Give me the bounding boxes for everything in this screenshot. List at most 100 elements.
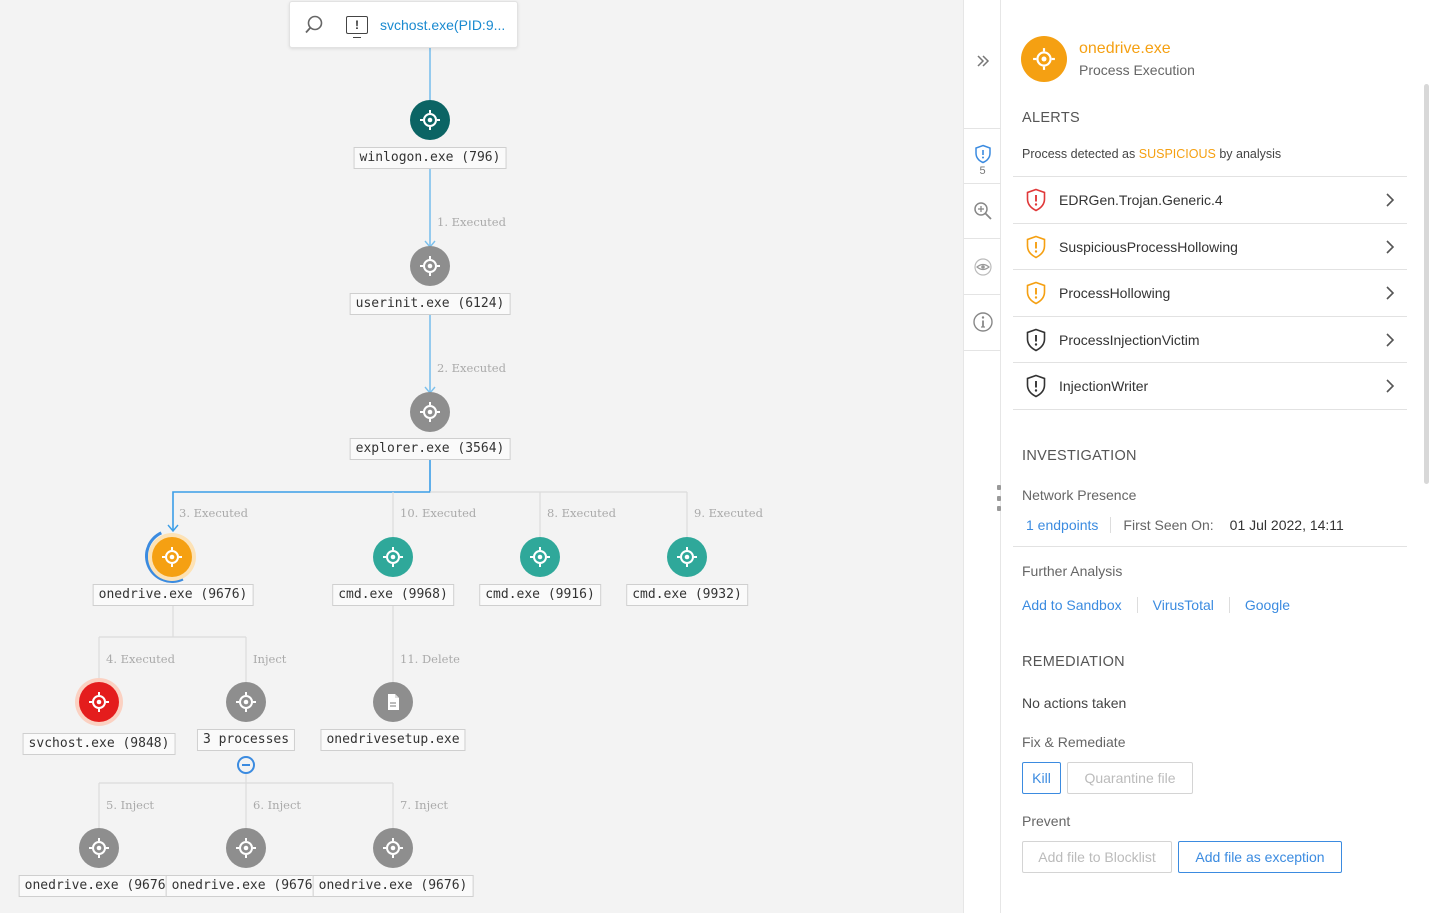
rail-alerts-button[interactable]: 5 [964,138,1001,182]
google-link[interactable]: Google [1245,597,1290,613]
process-node-inject-2[interactable] [226,828,266,868]
rail-divider [964,350,1001,351]
file-icon [388,694,399,710]
shield-alert-icon [1026,281,1046,305]
kill-button[interactable]: Kill [1022,762,1061,794]
process-icon [236,692,256,712]
alert-row[interactable]: InjectionWriter [1013,362,1407,409]
node-label[interactable]: onedrive.exe (9676) [18,875,180,897]
alert-name: EDRGen.Trojan.Generic.4 [1059,192,1223,208]
alert-row[interactable]: SuspiciousProcessHollowing [1013,222,1407,270]
detection-summary: Process detected as SUSPICIOUS by analys… [1022,147,1281,161]
rail-divider [964,238,1001,239]
edge-label: 3. Executed [179,506,248,520]
node-label[interactable]: userinit.exe (6124) [349,293,511,315]
process-icon [236,838,256,858]
shield-icon [974,144,991,163]
info-icon [972,312,993,332]
process-node-inject-3[interactable] [373,828,413,868]
separator [1110,517,1112,533]
node-label[interactable]: cmd.exe (9932) [626,584,748,606]
process-group-node[interactable] [226,682,266,722]
rail-investigate-button[interactable] [964,193,1001,229]
add-to-sandbox-link[interactable]: Add to Sandbox [1022,597,1122,613]
edge-label: 1. Executed [437,215,506,229]
add-to-blocklist-button[interactable]: Add file to Blocklist [1022,841,1172,873]
chevron-right-icon[interactable] [1385,192,1395,208]
node-label[interactable]: explorer.exe (3564) [349,438,511,460]
search-selected-process[interactable]: svchost.exe(PID:9... [380,17,505,33]
alert-row[interactable]: EDRGen.Trojan.Generic.4 [1013,176,1407,223]
investigation-divider [1013,546,1407,547]
alert-row[interactable]: ProcessInjectionVictim [1013,315,1407,363]
network-presence-row: 1 endpoints First Seen On: 01 Jul 2022, … [1026,517,1344,533]
detection-suffix: by analysis [1219,147,1282,161]
process-node-cmd-9916[interactable] [520,537,560,577]
side-rail: 5 [963,0,1001,913]
panel-scrollbar[interactable] [1424,84,1429,484]
process-node-explorer[interactable] [410,392,450,432]
shield-alert-icon [1026,235,1046,258]
process-icon [89,838,109,858]
alert-name: SuspiciousProcessHollowing [1059,238,1238,255]
eye-icon [973,258,992,276]
node-label[interactable]: onedrivesetup.exe [320,729,466,751]
process-node-userinit[interactable] [410,246,450,286]
file-node-onedrivesetup[interactable] [373,682,413,722]
chevron-right-icon[interactable] [1385,332,1395,348]
collapse-panel-icon[interactable] [964,44,1001,78]
endpoints-link[interactable]: 1 endpoints [1026,517,1098,533]
process-icon [677,547,697,567]
process-node-cmd-9968[interactable] [373,537,413,577]
shield-alert-icon [1026,375,1046,398]
node-label[interactable]: onedrive.exe (9676) [92,584,254,606]
remediation-heading: REMEDIATION [1022,654,1125,670]
node-label[interactable]: cmd.exe (9968) [332,584,454,606]
further-analysis-label: Further Analysis [1022,563,1123,579]
edge-label: 7. Inject [400,798,449,812]
process-node-inject-1[interactable] [79,828,119,868]
process-graph-canvas[interactable]: ! svchost.exe(PID:9... 1. Executed 2. Ex… [0,0,963,913]
detection-status: SUSPICIOUS [1138,147,1216,161]
edge-label: 4. Executed [106,652,175,666]
process-node-onedrive[interactable] [152,537,192,577]
rail-visibility-button[interactable] [964,250,1001,284]
virustotal-link[interactable]: VirusTotal [1153,597,1214,613]
investigation-heading: INVESTIGATION [1022,448,1137,464]
alert-name: ProcessInjectionVictim [1059,331,1200,348]
no-actions-text: No actions taken [1022,695,1127,711]
process-icon [420,402,440,422]
node-label[interactable]: winlogon.exe (796) [353,147,507,169]
edge-label: 10. Executed [400,506,477,520]
process-node-cmd-9932[interactable] [667,537,707,577]
first-seen-label: First Seen On: [1123,517,1214,533]
process-search-box[interactable]: ! svchost.exe(PID:9... [289,1,518,48]
search-icon[interactable] [302,13,326,37]
collapse-group-icon[interactable] [237,756,255,774]
node-label[interactable]: 3 processes [196,729,296,751]
add-file-exception-button[interactable]: Add file as exception [1178,841,1342,873]
process-node-svchost[interactable] [79,682,119,722]
chevron-right-icon[interactable] [1385,239,1395,255]
node-label[interactable]: onedrive.exe (9676) [312,875,474,897]
rail-divider [964,183,1001,184]
chevron-right-icon[interactable] [1385,378,1395,394]
node-label[interactable]: onedrive.exe (9676) [165,875,327,897]
edge-label: Inject [253,652,287,666]
quarantine-file-button[interactable]: Quarantine file [1067,762,1193,794]
zoom-search-icon [973,202,992,220]
process-icon [530,547,550,567]
alert-row[interactable]: ProcessHollowing [1013,269,1407,316]
process-node-winlogon[interactable] [410,100,450,140]
detection-prefix: Process detected as [1022,147,1136,161]
edge-label: 9. Executed [694,506,763,520]
node-label[interactable]: svchost.exe (9848) [22,733,176,755]
alert-name: ProcessHollowing [1059,285,1171,302]
chevron-right-icon[interactable] [1385,285,1395,301]
shield-alert-icon [1026,188,1046,212]
shield-alert-icon [1026,328,1046,352]
details-panel: onedrive.exe Process Execution ALERTS Pr… [1001,0,1429,913]
alert-name: InjectionWriter [1059,378,1149,395]
rail-info-button[interactable] [964,304,1001,340]
node-label[interactable]: cmd.exe (9916) [479,584,601,606]
